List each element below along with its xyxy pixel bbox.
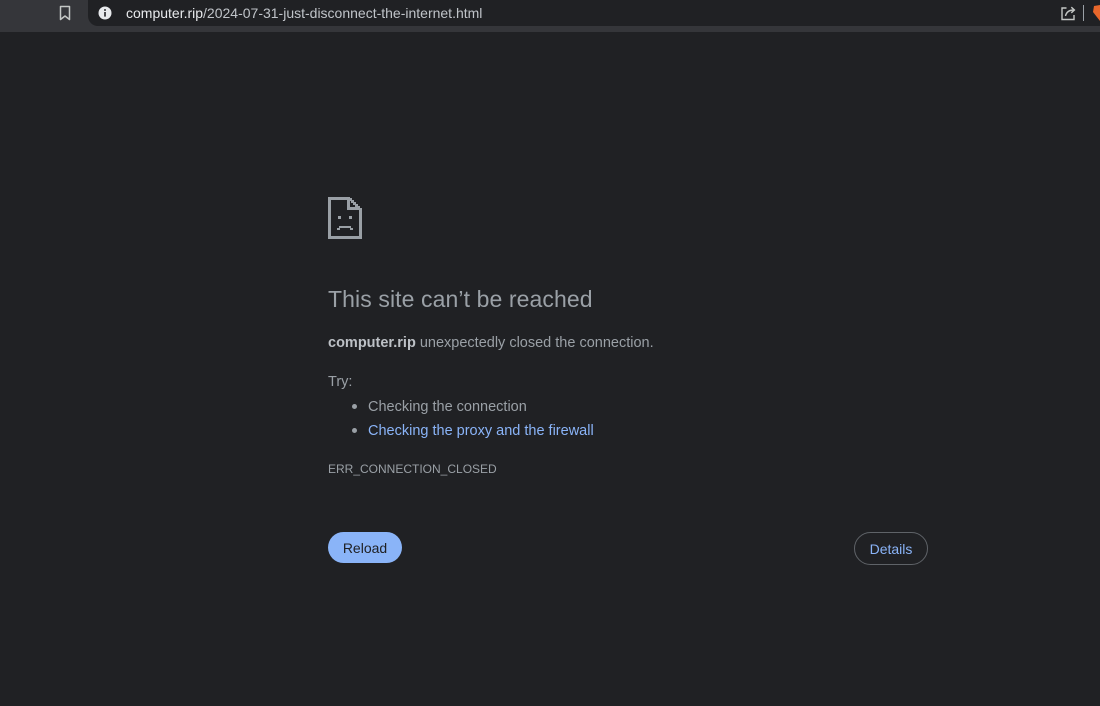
info-icon [98, 6, 112, 20]
page-title: This site can’t be reached [328, 286, 593, 312]
url-text[interactable]: computer.rip/2024-07-31-just-disconnect-… [126, 4, 482, 22]
suggestion-list: Checking the connection Checking the pro… [352, 398, 594, 446]
sad-document-icon [328, 197, 362, 239]
suggestion-check-connection: Checking the connection [368, 399, 527, 415]
browser-toolbar: computer.rip/2024-07-31-just-disconnect-… [0, 0, 1100, 32]
list-item: Checking the proxy and the firewall [352, 422, 594, 446]
error-message-host: computer.rip [328, 335, 416, 351]
error-message-text: unexpectedly closed the connection. [415, 335, 654, 351]
extension-icon[interactable] [1091, 4, 1100, 22]
details-button[interactable]: Details [854, 532, 928, 565]
bookmark-icon [59, 5, 71, 21]
site-info-button[interactable] [96, 4, 114, 22]
url-path: /2024-07-31-just-disconnect-the-internet… [203, 5, 483, 21]
try-label: Try: [328, 374, 353, 390]
suggestion-link-proxy-firewall[interactable]: Checking the proxy and the firewall [368, 423, 594, 439]
share-button[interactable] [1058, 3, 1078, 23]
error-code: ERR_CONNECTION_CLOSED [328, 462, 497, 476]
error-message: computer.rip unexpectedly closed the con… [328, 335, 654, 351]
list-item: Checking the connection [352, 398, 594, 422]
address-bar[interactable]: computer.rip/2024-07-31-just-disconnect-… [88, 0, 1100, 26]
url-host: computer.rip [126, 5, 204, 21]
bookmark-button[interactable] [52, 2, 78, 24]
share-icon [1060, 6, 1075, 21]
toolbar-divider [1083, 5, 1084, 21]
reload-button[interactable]: Reload [328, 532, 402, 563]
